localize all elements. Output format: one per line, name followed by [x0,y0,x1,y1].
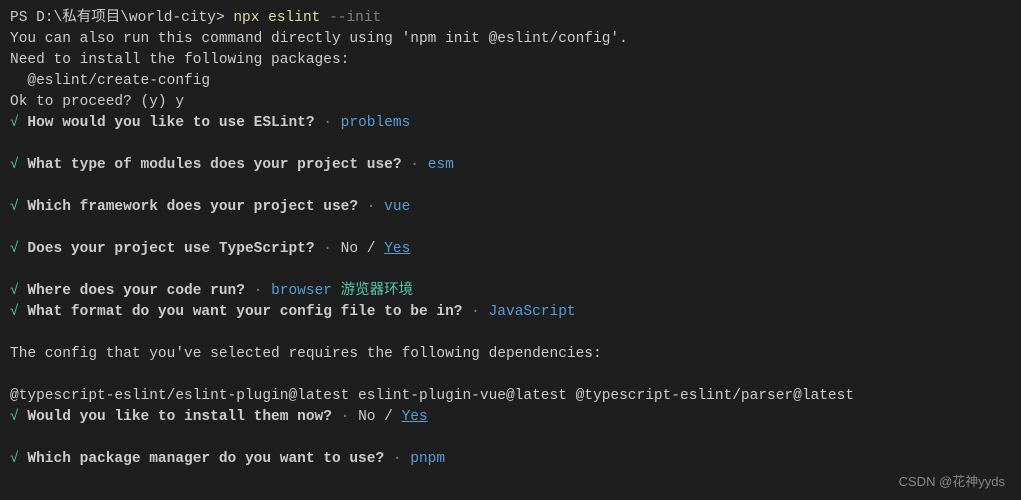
q2-text: What type of modules does your project u… [19,157,402,173]
q7-yes: Yes [402,409,428,425]
command-npx: npx [233,10,259,26]
blank-line [10,176,1011,197]
question-framework: √ Which framework does your project use?… [10,197,1011,218]
blank-line [10,260,1011,281]
question-install-now: √ Would you like to install them now? · … [10,407,1011,428]
check-icon: √ [10,409,19,425]
question-code-run: √ Where does your code run? · browser 游览… [10,281,1011,302]
deps-intro: The config that you've selected requires… [10,344,1011,365]
deps-list: @typescript-eslint/eslint-plugin@latest … [10,386,1011,407]
separator: · [332,409,358,425]
check-icon: √ [10,304,19,320]
q4-slash: / [358,241,384,257]
proceed-prompt[interactable]: Ok to proceed? (y) y [10,92,1011,113]
separator: · [462,304,488,320]
question-use-eslint: √ How would you like to use ESLint? · pr… [10,113,1011,134]
q2-answer: esm [428,157,454,173]
info-need-install: Need to install the following packages: [10,50,1011,71]
q5-text: Where does your code run? [19,283,245,299]
command-eslint: eslint [259,10,320,26]
check-icon: √ [10,157,19,173]
blank-line [10,323,1011,344]
q1-answer: problems [341,115,411,131]
separator: · [402,157,428,173]
check-icon: √ [10,241,19,257]
q7-text: Would you like to install them now? [19,409,332,425]
info-alt-command: You can also run this command directly u… [10,29,1011,50]
blank-line [10,134,1011,155]
check-icon: √ [10,283,19,299]
q3-text: Which framework does your project use? [19,199,358,215]
question-typescript: √ Does your project use TypeScript? · No… [10,239,1011,260]
separator: · [384,451,410,467]
blank-line [10,365,1011,386]
q5-answer: browser [271,283,332,299]
q6-answer: JavaScript [489,304,576,320]
prompt-suffix: > [216,10,233,26]
separator: · [315,241,341,257]
check-icon: √ [10,199,19,215]
q8-text: Which package manager do you want to use… [19,451,384,467]
q3-answer: vue [384,199,410,215]
check-icon: √ [10,451,19,467]
check-icon: √ [10,115,19,131]
q4-no: No [341,241,358,257]
proceed-question: Ok to proceed? (y) [10,94,175,110]
question-package-manager: √ Which package manager do you want to u… [10,449,1011,470]
prompt-line[interactable]: PS D:\私有项目\world-city> npx eslint --init [10,8,1011,29]
q1-text: How would you like to use ESLint? [19,115,315,131]
proceed-answer: y [175,94,184,110]
q4-yes: Yes [384,241,410,257]
q5-annotation: 游览器环境 [332,283,413,299]
question-config-format: √ What format do you want your config fi… [10,302,1011,323]
q7-slash: / [375,409,401,425]
info-package-name: @eslint/create-config [10,71,1011,92]
separator: · [245,283,271,299]
ps-prefix: PS [10,10,36,26]
blank-line [10,428,1011,449]
separator: · [358,199,384,215]
question-module-type: √ What type of modules does your project… [10,155,1011,176]
current-path: D:\私有项目\world-city [36,10,216,26]
blank-line [10,218,1011,239]
watermark: CSDN @花神yyds [899,473,1005,492]
command-flag-init: --init [320,10,381,26]
q4-text: Does your project use TypeScript? [19,241,315,257]
q6-text: What format do you want your config file… [19,304,463,320]
q7-no: No [358,409,375,425]
separator: · [315,115,341,131]
q8-answer: pnpm [410,451,445,467]
